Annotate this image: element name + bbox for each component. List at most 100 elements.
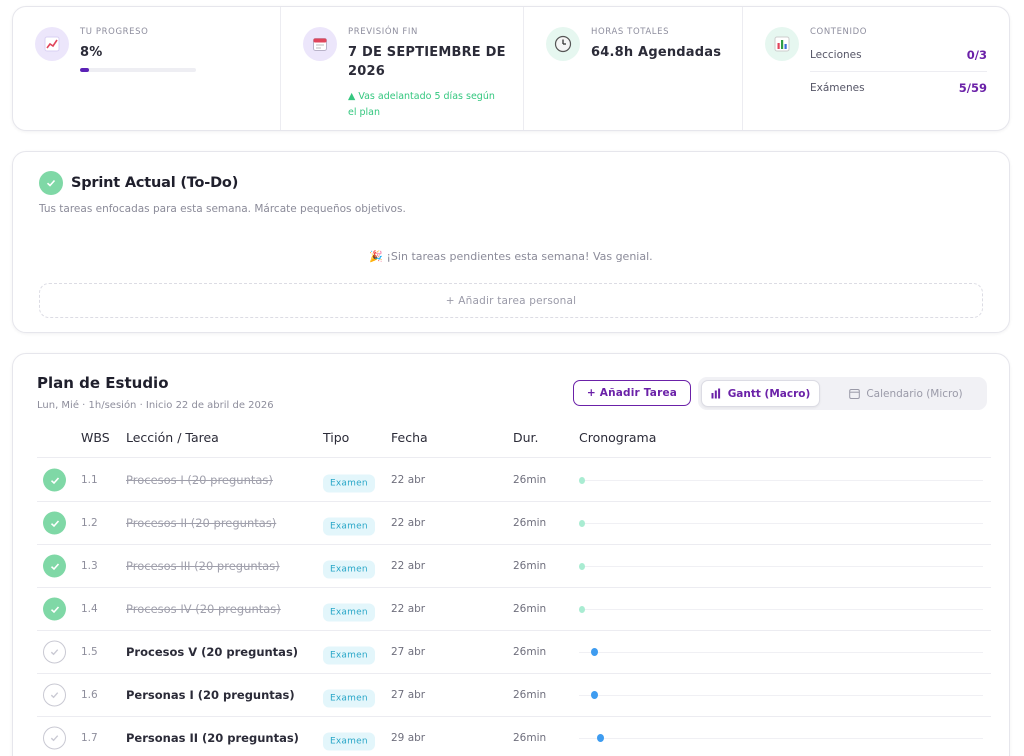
sprint-header: Sprint Actual (To-Do) xyxy=(39,171,238,195)
row-wbs: 1.5 xyxy=(81,646,98,658)
stat-hours: HORAS TOTALES 64.8h Agendadas xyxy=(524,7,743,130)
table-row[interactable]: 1.2 Procesos II (20 preguntas) Examen 22 ab… xyxy=(37,502,991,545)
row-date: 27 abr xyxy=(391,689,426,701)
col-task: Lección / Tarea xyxy=(126,430,219,445)
plan-subtitle: Lun, Mié · 1h/sesión · Inicio 22 de abri… xyxy=(37,400,274,411)
table-row[interactable]: 1.7 Personas II (20 preguntas) Examen 29 ab… xyxy=(37,717,991,756)
table-row[interactable]: 1.1 Procesos I (20 preguntas) Examen 22 abr… xyxy=(37,459,991,502)
stat-label: CONTENIDO xyxy=(810,27,868,37)
content-value: 5/59 xyxy=(958,80,987,95)
row-type: Examen xyxy=(323,471,375,493)
forecast-value: 7 DE SEPTIEMBRE DE 2026 xyxy=(348,45,506,79)
stat-label: PREVISIÓN FIN xyxy=(348,27,418,37)
sprint-subtitle: Tus tareas enfocadas para esta semana. M… xyxy=(39,203,406,215)
completed-check-icon[interactable] xyxy=(43,554,66,578)
row-task: Personas I (20 preguntas) xyxy=(126,688,295,702)
gantt-marker[interactable] xyxy=(579,563,585,570)
sprint-card: Sprint Actual (To-Do) Tus tareas enfocad… xyxy=(12,151,1010,333)
row-duration: 26min xyxy=(513,474,547,486)
row-date: 22 abr xyxy=(391,603,426,615)
pending-check-icon[interactable] xyxy=(43,683,66,707)
row-task: Personas II (20 preguntas) xyxy=(126,731,299,745)
completed-check-icon[interactable] xyxy=(43,511,66,535)
col-date: Fecha xyxy=(391,430,428,445)
row-type: Examen xyxy=(323,643,375,665)
pending-check-icon[interactable] xyxy=(43,640,66,664)
table-row[interactable]: 1.5 Procesos V (20 preguntas) Examen 27 abr… xyxy=(37,631,991,674)
content-row-lessons: Lecciones 0/3 xyxy=(810,39,987,71)
clock-icon xyxy=(546,27,580,61)
view-calendar-button[interactable]: Calendario (Micro) xyxy=(828,380,984,407)
row-type: Examen xyxy=(323,557,375,579)
col-timeline: Cronograma xyxy=(579,430,657,445)
row-wbs: 1.2 xyxy=(81,517,98,529)
row-duration: 26min xyxy=(513,603,547,615)
gantt-marker[interactable] xyxy=(591,691,599,699)
type-badge: Examen xyxy=(323,474,375,493)
gantt-track xyxy=(579,648,983,656)
row-duration: 26min xyxy=(513,560,547,572)
view-gantt-label: Gantt (Macro) xyxy=(727,387,811,400)
table-row[interactable]: 1.3 Procesos III (20 preguntas) Examen 22 a… xyxy=(37,545,991,588)
bar-chart-icon xyxy=(765,27,799,61)
add-personal-task-button[interactable]: + Añadir tarea personal xyxy=(39,283,983,318)
row-duration: 26min xyxy=(513,689,547,701)
row-task: Procesos I (20 preguntas) xyxy=(126,473,273,487)
stat-label: TU PROGRESO xyxy=(80,27,149,37)
row-wbs: 1.3 xyxy=(81,560,98,572)
gantt-track xyxy=(579,520,983,527)
gantt-track xyxy=(579,734,983,742)
row-duration: 26min xyxy=(513,646,547,658)
row-type: Examen xyxy=(323,686,375,708)
add-task-button[interactable]: + Añadir Tarea xyxy=(573,380,691,406)
calendar-icon xyxy=(849,389,861,399)
content-list: Lecciones 0/3 Exámenes 5/59 xyxy=(810,39,987,103)
trend-chart-icon xyxy=(35,27,69,61)
row-checkbox[interactable] xyxy=(43,597,66,621)
row-checkbox[interactable] xyxy=(43,726,66,750)
gantt-marker[interactable] xyxy=(579,520,585,527)
table-row[interactable]: 1.6 Personas I (20 preguntas) Examen 27 abr… xyxy=(37,674,991,717)
type-badge: Examen xyxy=(323,732,375,751)
col-duration: Dur. xyxy=(513,430,539,445)
gantt-marker[interactable] xyxy=(579,606,585,613)
row-task: Procesos V (20 preguntas) xyxy=(126,645,299,659)
completed-check-icon[interactable] xyxy=(43,468,66,492)
stat-forecast: PREVISIÓN FIN 7 DE SEPTIEMBRE DE 2026 ▲ … xyxy=(281,7,524,130)
row-checkbox[interactable] xyxy=(43,683,66,707)
row-wbs: 1.6 xyxy=(81,689,98,701)
gantt-marker[interactable] xyxy=(579,477,585,484)
row-checkbox[interactable] xyxy=(43,640,66,664)
gantt-marker[interactable] xyxy=(591,648,599,656)
gantt-marker[interactable] xyxy=(597,734,605,742)
stat-progress: TU PROGRESO 8% xyxy=(13,7,281,130)
study-plan-card: Plan de Estudio Lun, Mié · 1h/sesión · I… xyxy=(12,353,1010,756)
row-checkbox[interactable] xyxy=(43,554,66,578)
row-checkbox[interactable] xyxy=(43,511,66,535)
gantt-track xyxy=(579,563,983,570)
table-row[interactable]: 1.4 Procesos IV (20 preguntas) Examen 22 ab… xyxy=(37,588,991,631)
content-name: Exámenes xyxy=(810,81,865,94)
row-date: 29 abr xyxy=(391,732,426,744)
progress-bar-fill xyxy=(80,68,90,72)
row-type: Examen xyxy=(323,514,375,536)
row-checkbox[interactable] xyxy=(43,468,66,492)
bar-chart-icon xyxy=(711,388,720,399)
type-badge: Examen xyxy=(323,646,375,665)
pending-check-icon[interactable] xyxy=(43,726,66,750)
row-type: Examen xyxy=(323,729,375,751)
table-header: WBS Lección / Tarea Tipo Fecha Dur. Cron… xyxy=(37,428,991,458)
row-task: Procesos IV (20 preguntas) xyxy=(126,602,281,616)
view-calendar-label: Calendario (Micro) xyxy=(866,387,963,400)
row-date: 22 abr xyxy=(391,517,426,529)
gantt-track xyxy=(579,691,983,699)
plan-title: Plan de Estudio xyxy=(37,374,169,392)
row-date: 27 abr xyxy=(391,646,426,658)
row-type: Examen xyxy=(323,600,375,622)
completed-check-icon[interactable] xyxy=(43,597,66,621)
view-gantt-button[interactable]: Gantt (Macro) xyxy=(701,380,820,407)
stat-label: HORAS TOTALES xyxy=(591,27,670,37)
row-wbs: 1.1 xyxy=(81,474,98,486)
type-badge: Examen xyxy=(323,689,375,708)
row-wbs: 1.4 xyxy=(81,603,98,615)
